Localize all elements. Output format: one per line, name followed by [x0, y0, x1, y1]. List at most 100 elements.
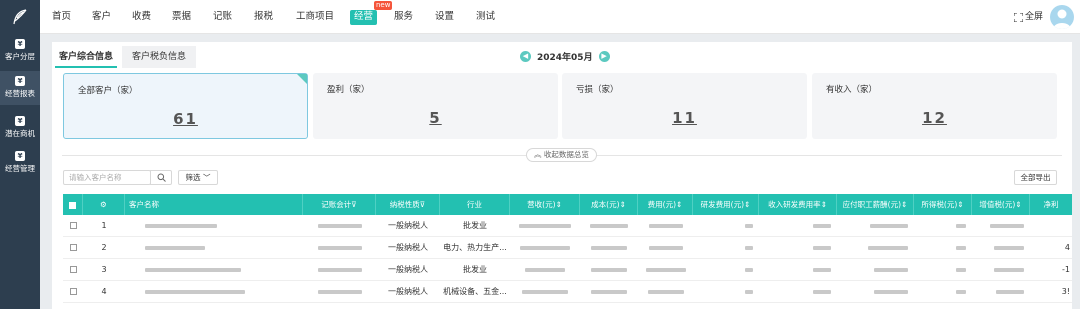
vat-redacted	[972, 281, 1030, 303]
sort-icon[interactable]: ⇕	[620, 200, 626, 209]
accountant-redacted	[303, 215, 376, 237]
select-all-checkbox[interactable]	[63, 194, 83, 215]
th-payroll-label: 应付职工薪酬(元)	[842, 200, 902, 209]
filter-dropdown[interactable]: 筛选 ﹀	[178, 170, 218, 185]
sidebar-item-operations-management[interactable]: ¥ 经营管理	[0, 146, 40, 180]
nav-operations-label: 经营	[354, 11, 374, 22]
double-chevron-up-icon: ︽	[534, 150, 542, 159]
fullscreen-label: 全屏	[1025, 12, 1044, 22]
sidebar-item-label: 经营管理	[5, 164, 35, 173]
net-profit: 4	[1064, 243, 1070, 252]
yen-icon: ¥	[15, 39, 25, 49]
filter-funnel-icon[interactable]: ⊽	[351, 200, 357, 209]
card-title: 盈利（家）	[327, 85, 370, 95]
th-accountant[interactable]: 记账会计⊽	[303, 194, 376, 215]
payroll-redacted	[837, 237, 914, 259]
yen-icon: ¥	[15, 76, 25, 86]
th-rd-expense[interactable]: 研发费用(元)⇕	[693, 194, 759, 215]
row-index: 3	[101, 265, 107, 274]
card-value[interactable]: 11	[562, 109, 807, 127]
customer-name-redacted[interactable]	[125, 259, 303, 281]
th-income-tax[interactable]: 所得税(元)⇕	[914, 194, 972, 215]
rd-ratio-redacted	[759, 259, 837, 281]
filter-funnel-icon[interactable]: ⊽	[420, 200, 426, 209]
nav-charge[interactable]: 收费	[132, 0, 151, 34]
nav-test[interactable]: 测试	[476, 0, 495, 34]
rd-ratio-redacted	[759, 237, 837, 259]
sort-icon[interactable]: ⇕	[744, 200, 750, 209]
th-taxpayer-label: 纳税性质	[389, 200, 420, 209]
table-row[interactable]: 1 一般纳税人 批发业	[63, 215, 1072, 237]
net-profit: 3!	[1061, 287, 1070, 296]
rd-expense-redacted	[693, 281, 759, 303]
expense-redacted	[638, 281, 693, 303]
sort-icon[interactable]: ⇕	[901, 200, 907, 209]
export-all-button[interactable]: 全部导出	[1014, 170, 1057, 185]
th-revenue[interactable]: 营收(元)⇕	[510, 194, 580, 215]
card-value[interactable]: 61	[64, 110, 307, 128]
table-row[interactable]: 4 一般纳税人 机械设备、五金... 3!	[63, 281, 1072, 303]
customer-name-redacted[interactable]	[125, 237, 303, 259]
th-taxpayer-type[interactable]: 纳税性质⊽	[376, 194, 440, 215]
card-with-income[interactable]: 有收入（家） 12	[812, 73, 1057, 139]
sidebar: ¥ 客户分层 ¥ 经营报表 ¥ 潜在商机 ¥ 经营管理	[0, 34, 40, 309]
sort-icon[interactable]: ⇕	[821, 200, 827, 209]
net-profit	[1030, 215, 1072, 237]
sidebar-item-potential-opportunity[interactable]: ¥ 潜在商机	[0, 111, 40, 145]
taxpayer-type: 一般纳税人	[388, 265, 428, 274]
accountant-redacted	[303, 281, 376, 303]
table-row[interactable]: 3 一般纳税人 批发业 -1	[63, 259, 1072, 281]
card-loss[interactable]: 亏损（家） 11	[562, 73, 807, 139]
row-checkbox[interactable]	[63, 215, 83, 237]
nav-business-registration[interactable]: 工商项目	[296, 0, 334, 34]
income-tax-redacted	[914, 215, 972, 237]
sidebar-item-customer-tier[interactable]: ¥ 客户分层	[0, 34, 40, 68]
nav-invoice[interactable]: 票据	[172, 0, 191, 34]
th-cost[interactable]: 成本(元)⇕	[580, 194, 638, 215]
sort-icon[interactable]: ⇕	[676, 200, 682, 209]
row-checkbox[interactable]	[63, 237, 83, 259]
industry: 机械设备、五金...	[443, 287, 507, 296]
column-settings-gear-icon[interactable]: ⚙	[83, 194, 125, 215]
prev-month-icon[interactable]: ◀	[520, 50, 531, 62]
customer-search-input[interactable]: 请输入客户名称	[63, 170, 151, 185]
sidebar-item-label: 客户分层	[5, 52, 35, 61]
row-checkbox[interactable]	[63, 281, 83, 303]
tab-customer-tax-burden[interactable]: 客户税负信息	[122, 46, 196, 68]
th-rd-ratio[interactable]: 收入研发费用率⇕	[759, 194, 837, 215]
filter-label: 筛选	[185, 173, 201, 182]
nav-bookkeeping[interactable]: 记账	[213, 0, 232, 34]
user-avatar[interactable]	[1050, 5, 1074, 29]
app-logo[interactable]	[0, 0, 40, 34]
row-checkbox[interactable]	[63, 259, 83, 281]
card-value[interactable]: 12	[812, 109, 1057, 127]
fullscreen-button[interactable]: 全屏	[1014, 0, 1043, 34]
sidebar-item-operations-report[interactable]: ¥ 经营报表	[0, 71, 40, 105]
next-month-icon[interactable]: ▶	[598, 50, 610, 62]
rd-ratio-redacted	[759, 281, 837, 303]
expense-redacted	[638, 215, 693, 237]
tab-customer-overview[interactable]: 客户综合信息	[55, 46, 117, 68]
card-profitable[interactable]: 盈利（家） 5	[313, 73, 558, 139]
nav-operations[interactable]: 经营 new	[350, 0, 393, 34]
nav-home[interactable]: 首页	[52, 0, 71, 34]
customer-name-redacted[interactable]	[125, 281, 303, 303]
sort-icon[interactable]: ⇕	[556, 200, 562, 209]
nav-customer[interactable]: 客户	[92, 0, 111, 34]
sort-icon[interactable]: ⇕	[1015, 200, 1021, 209]
nav-settings[interactable]: 设置	[435, 0, 454, 34]
card-value[interactable]: 5	[313, 109, 558, 127]
th-expense[interactable]: 费用(元)⇕	[638, 194, 693, 215]
customer-name-redacted[interactable]	[125, 215, 303, 237]
card-all-customers[interactable]: 全部客户（家） 61	[63, 73, 308, 139]
nav-service[interactable]: 服务	[394, 0, 413, 34]
accountant-redacted	[303, 259, 376, 281]
search-button[interactable]	[150, 170, 172, 185]
accountant-redacted	[303, 237, 376, 259]
collapse-overview-button[interactable]: ︽ 收起数据总览	[526, 148, 597, 162]
table-row[interactable]: 2 一般纳税人 电力、热力生产... 4	[63, 237, 1072, 259]
th-vat[interactable]: 增值税(元)⇕	[972, 194, 1030, 215]
sort-icon[interactable]: ⇕	[957, 200, 963, 209]
nav-tax-filing[interactable]: 报税	[254, 0, 273, 34]
th-payroll[interactable]: 应付职工薪酬(元)⇕	[837, 194, 914, 215]
